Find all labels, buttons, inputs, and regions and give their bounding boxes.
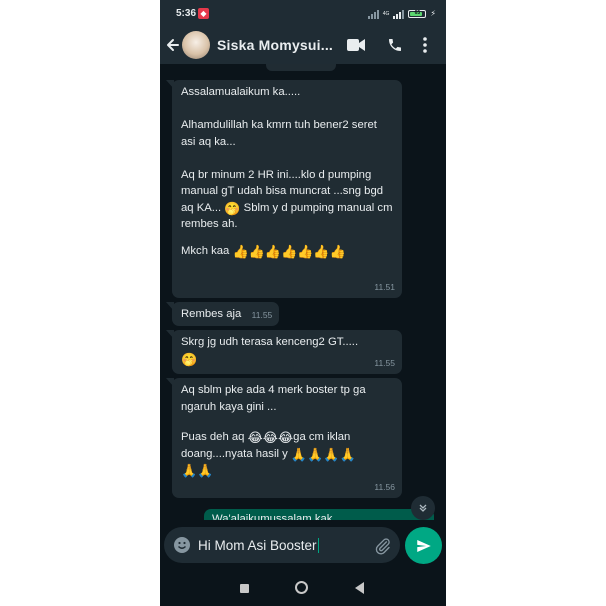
- message-text: Rembes aja: [181, 308, 242, 320]
- double-chevron-down-icon: [419, 504, 427, 512]
- emoji-laughing-icon: 😂😂😂: [247, 430, 294, 445]
- message-text: Mkch kaa: [181, 244, 230, 257]
- message-time: 11.56: [374, 481, 395, 492]
- chat-header: Siska Momysui...: [160, 26, 446, 64]
- message-time: 11.55: [374, 357, 395, 368]
- battery-icon: 65: [408, 9, 427, 18]
- emoji-thumbs-up-icon: 👍👍👍👍👍👍👍: [232, 243, 346, 259]
- emoji-pray-icon: 🙏🙏🙏🙏: [290, 446, 356, 462]
- android-navigation-bar: [160, 572, 446, 606]
- phone-screen: 5:36 ◆ 4G 65 ⚡ Siska Momysui... Assalamu…: [160, 0, 446, 606]
- status-icons: 4G 65 ⚡: [367, 8, 436, 19]
- paperclip-icon[interactable]: [374, 537, 392, 555]
- smiley-face-icon: [178, 541, 186, 549]
- previous-message-edge: [266, 64, 336, 71]
- message-input-text: Hi Mom Asi Booster: [198, 538, 320, 553]
- emoji-icon[interactable]: [174, 537, 190, 553]
- home-icon[interactable]: [295, 581, 308, 594]
- more-options-icon[interactable]: [423, 37, 427, 53]
- incoming-message[interactable]: Skrg jg udh terasa kenceng2 GT..... 🤭 11…: [166, 330, 402, 374]
- message-text: Aq sblm pke ada 4 merk boster tp ga ngar…: [181, 384, 366, 413]
- send-icon: [416, 539, 431, 552]
- battery-level: 65: [414, 9, 421, 16]
- message-time: 11.55: [251, 309, 273, 320]
- recent-apps-icon[interactable]: [240, 584, 249, 593]
- emoji-smile-icon: 🤭: [224, 200, 241, 216]
- message-input[interactable]: Hi Mom Asi Booster: [164, 527, 400, 563]
- contact-avatar[interactable]: [182, 31, 210, 59]
- charging-icon: ⚡: [430, 9, 436, 18]
- network-type-icon: 4G: [382, 10, 390, 17]
- nav-back-icon[interactable]: [355, 582, 364, 594]
- message-input-bar: Hi Mom Asi Booster: [160, 520, 446, 572]
- incoming-message[interactable]: Assalamualaikum ka..... Alhamdulillah ka…: [166, 80, 402, 298]
- send-button[interactable]: [405, 527, 442, 564]
- notification-icon: ◆: [198, 8, 209, 19]
- back-arrow-icon[interactable]: [165, 35, 181, 55]
- scroll-down-button[interactable]: [411, 496, 435, 520]
- message-text: Puas deh aq: [181, 431, 245, 443]
- contact-name[interactable]: Siska Momysui...: [217, 37, 333, 53]
- emoji-pray-icon: 🙏🙏: [181, 463, 214, 478]
- message-text: Assalamualaikum ka..... Alhamdulillah ka…: [181, 86, 384, 214]
- incoming-message[interactable]: Rembes aja 11.55: [166, 302, 280, 326]
- emoji-smile-icon: 🤭: [181, 351, 198, 367]
- voice-call-icon[interactable]: [387, 37, 403, 53]
- status-bar: 5:36 ◆ 4G 65 ⚡: [160, 0, 446, 26]
- message-text: Skrg jg udh terasa kenceng2 GT.....: [181, 336, 359, 348]
- video-call-icon[interactable]: [347, 39, 365, 51]
- message-time: 11.51: [374, 281, 395, 292]
- incoming-message[interactable]: Aq sblm pke ada 4 merk boster tp ga ngar…: [166, 378, 402, 498]
- status-time: 5:36: [176, 8, 197, 19]
- signal-icon: [367, 9, 379, 19]
- chat-area: Assalamualaikum ka..... Alhamdulillah ka…: [160, 64, 446, 532]
- signal-icon-2: [393, 9, 405, 19]
